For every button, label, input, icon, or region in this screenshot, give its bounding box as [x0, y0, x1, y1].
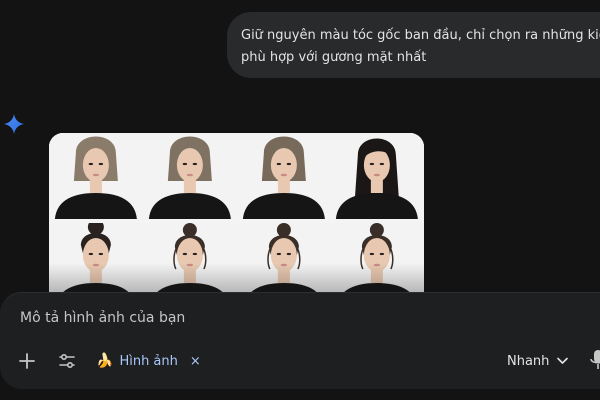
sliders-icon [59, 353, 75, 369]
image-tool-chip[interactable]: 🍌 Hình ảnh × [96, 349, 201, 373]
portrait-illustration [49, 133, 143, 219]
user-message-line-2: phù hợp với gương mặt nhất [241, 50, 427, 65]
portrait-illustration [142, 133, 237, 219]
add-button[interactable] [14, 348, 40, 374]
prompt-composer[interactable]: Mô tả hình ảnh của bạn 🍌 Hình ảnh × Nhan… [0, 292, 600, 389]
sparkle-icon [4, 114, 24, 134]
portrait-illustration [236, 133, 331, 219]
hairstyle-portrait [236, 133, 331, 219]
chevron-down-icon [557, 357, 569, 364]
prompt-input[interactable]: Mô tả hình ảnh của bạn [20, 310, 185, 326]
chat-screen: Giữ nguyên màu tóc gốc ban đầu, chỉ chọn… [0, 0, 600, 400]
hairstyle-portrait [142, 133, 237, 219]
user-message-line-1: Giữ nguyên màu tóc gốc ban đầu, chỉ chọn… [241, 28, 600, 43]
model-label: Nhanh [507, 353, 550, 369]
hairstyle-portrait [49, 133, 143, 219]
plus-icon [19, 353, 35, 369]
banana-icon: 🍌 [96, 353, 114, 369]
image-tool-label: Hình ảnh [119, 353, 178, 369]
close-icon[interactable]: × [190, 354, 201, 369]
user-message-bubble: Giữ nguyên màu tóc gốc ban đầu, chỉ chọn… [227, 12, 600, 78]
portrait-illustration [330, 133, 424, 219]
model-selector[interactable]: Nhanh [507, 351, 569, 371]
microphone-icon[interactable] [588, 348, 600, 372]
tools-button[interactable] [55, 349, 79, 373]
hairstyle-portrait [330, 133, 424, 219]
